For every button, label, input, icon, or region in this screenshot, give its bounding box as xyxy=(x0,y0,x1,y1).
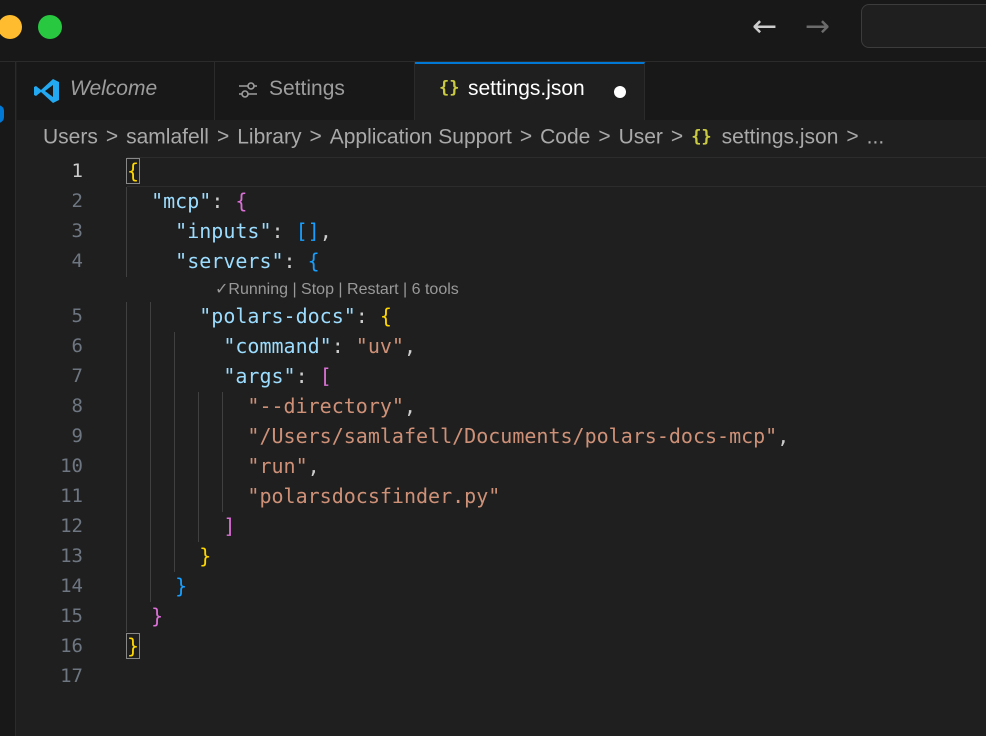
forward-arrow-icon[interactable]: → xyxy=(805,10,830,44)
breadcrumb-more[interactable]: ... xyxy=(867,125,885,148)
command-center-search[interactable] xyxy=(861,4,986,48)
breadcrumb-item[interactable]: User xyxy=(619,125,663,148)
line-number: 11 xyxy=(60,485,83,507)
breadcrumb-separator-icon: > xyxy=(519,125,533,149)
json-key: "args" xyxy=(223,364,296,388)
breadcrumb-separator-icon: > xyxy=(670,125,684,149)
line-number: 5 xyxy=(71,305,83,327)
breadcrumb-item[interactable]: Application Support xyxy=(330,125,512,148)
json-string: "run" xyxy=(247,454,308,478)
vscode-logo-icon xyxy=(34,79,59,103)
code-line: 14 } xyxy=(17,572,986,602)
code-line: 16 } xyxy=(17,632,986,662)
line-number: 9 xyxy=(71,425,83,447)
breadcrumb-separator-icon: > xyxy=(598,125,611,149)
activity-bar xyxy=(0,62,16,736)
breadcrumb-item[interactable]: Library xyxy=(237,125,301,148)
code-line: 17 xyxy=(17,662,986,692)
json-string: "--directory" xyxy=(247,394,404,418)
code-line: 11 "polarsdocsfinder.py" xyxy=(17,482,986,512)
code-line: 9 "/Users/samlafell/Documents/polars-doc… xyxy=(17,422,986,452)
line-number: 13 xyxy=(60,545,83,567)
code-line: 10 "run", xyxy=(17,452,986,482)
tab-settings-json[interactable]: {} settings.json xyxy=(415,62,645,120)
breadcrumb-separator-icon: > xyxy=(846,125,859,149)
line-number: 15 xyxy=(60,605,83,627)
code-line: 5 "polars-docs": { xyxy=(17,302,986,332)
title-bar: ← → xyxy=(0,0,986,62)
json-braces-icon: {} xyxy=(439,78,460,98)
tab-welcome[interactable]: Welcome xyxy=(17,62,215,120)
line-number: 16 xyxy=(60,635,83,657)
breadcrumb-separator-icon: > xyxy=(216,125,230,149)
minimize-window-button[interactable] xyxy=(0,15,22,39)
code-line: 3 "inputs": [], xyxy=(17,217,986,247)
json-string: "uv" xyxy=(355,334,404,358)
json-string: "polarsdocsfinder.py" xyxy=(247,484,501,508)
json-key: "mcp" xyxy=(151,189,212,213)
tab-welcome-label: Welcome xyxy=(70,77,158,100)
back-arrow-icon[interactable]: ← xyxy=(752,10,777,44)
maximize-window-button[interactable] xyxy=(38,15,62,39)
breadcrumb-separator-icon: > xyxy=(309,125,322,149)
code-line: 4 "servers": { xyxy=(17,247,986,277)
line-number: 2 xyxy=(71,190,83,212)
line-number: 14 xyxy=(60,575,83,597)
line-number: 7 xyxy=(71,365,83,387)
activity-indicator xyxy=(0,105,4,123)
line-number: 12 xyxy=(60,515,83,537)
line-number: 1 xyxy=(71,160,83,182)
breadcrumb-separator-icon: > xyxy=(105,125,119,149)
editor-tab-bar: Welcome Settings {} settings.json xyxy=(17,62,986,120)
code-line: 1 { xyxy=(17,157,986,187)
settings-sliders-icon xyxy=(239,82,257,98)
code-line: 2 "mcp": { xyxy=(17,187,986,217)
line-number: 8 xyxy=(71,395,83,417)
code-line: 15 } xyxy=(17,602,986,632)
json-key: "servers" xyxy=(175,249,284,273)
breadcrumb-file[interactable]: settings.json xyxy=(722,125,839,148)
tab-settings[interactable]: Settings xyxy=(215,62,415,120)
line-number: 6 xyxy=(71,335,83,357)
json-string: "/Users/samlafell/Documents/polars-docs-… xyxy=(247,424,778,448)
breadcrumb: Users > samlafell > Library > Application Supp… xyxy=(43,125,884,153)
breadcrumb-item[interactable]: samlafell xyxy=(126,125,209,148)
code-line: 7 "args": [ xyxy=(17,362,986,392)
json-key: "inputs" xyxy=(175,219,272,243)
unsaved-changes-dot-icon[interactable] xyxy=(614,86,626,98)
json-key: "command" xyxy=(223,334,332,358)
line-number: 17 xyxy=(60,665,83,687)
line-number: 4 xyxy=(71,250,83,272)
mcp-server-codelens[interactable]: ✓Running | Stop | Restart | 6 tools xyxy=(215,279,459,299)
breadcrumb-item[interactable]: Users xyxy=(43,125,98,148)
code-line: 6 "command": "uv", xyxy=(17,332,986,362)
line-number: 10 xyxy=(60,455,83,477)
tab-settings-json-label: settings.json xyxy=(468,77,585,100)
line-number: 3 xyxy=(71,220,83,242)
code-line: 12 ] xyxy=(17,512,986,542)
breadcrumb-item[interactable]: Code xyxy=(540,125,590,148)
json-braces-icon: {} xyxy=(691,127,712,148)
tab-settings-label: Settings xyxy=(269,77,345,100)
json-key: "polars-docs" xyxy=(199,304,356,328)
code-editor[interactable]: 1 { 2 "mcp": { 3 "inputs": [], 4 "server… xyxy=(17,157,986,736)
code-line: 8 "--directory", xyxy=(17,392,986,422)
code-line: 13 } xyxy=(17,542,986,572)
